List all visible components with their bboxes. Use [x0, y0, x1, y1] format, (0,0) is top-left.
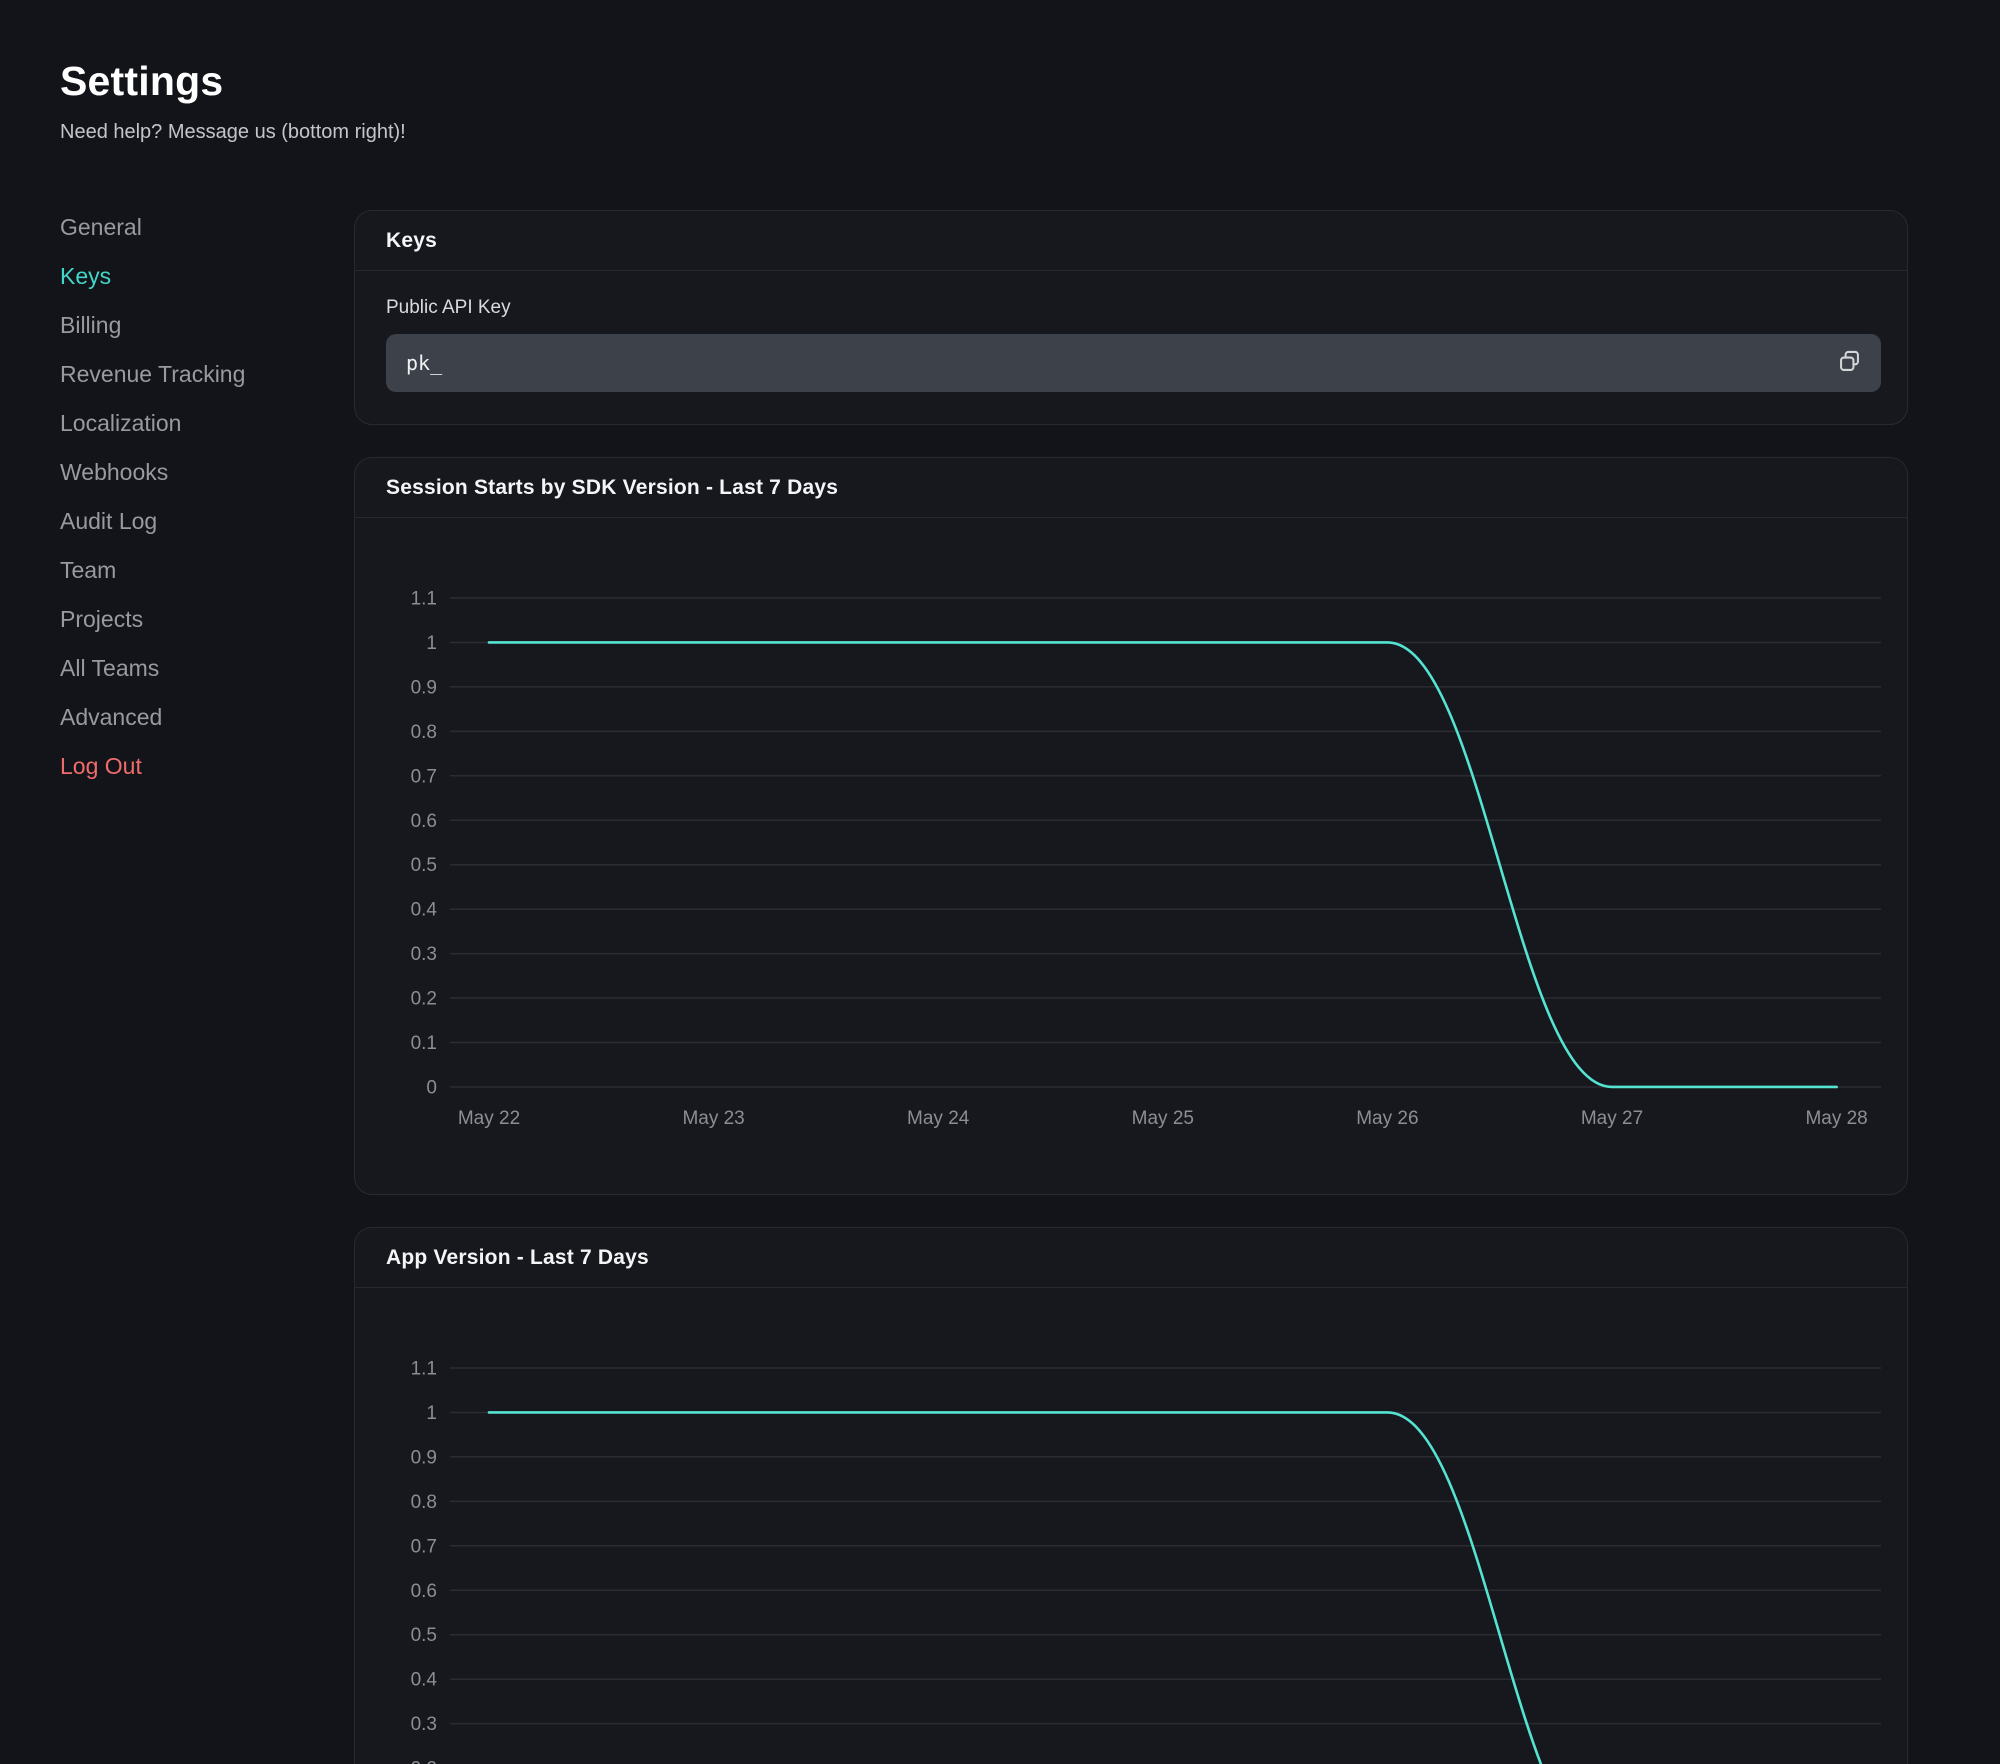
sidebar-item-localization[interactable]: Localization: [60, 408, 181, 438]
y-tick-label: 1: [426, 633, 437, 654]
y-tick-label: 0.2: [411, 1759, 437, 1764]
x-tick-label: May 23: [682, 1108, 744, 1129]
app-version-card: App Version - Last 7 Days 1.1 1 0.9 0.8 0.7 0…: [354, 1227, 1908, 1764]
app-version-chart-svg: 1.110.90.80.70.60.50.40.30.20.10May 22Ma…: [355, 1288, 1907, 1764]
copy-api-key-button[interactable]: [1829, 343, 1869, 383]
sidebar-item-log-out[interactable]: Log Out: [60, 751, 142, 781]
x-tick-label: May 28: [1805, 1108, 1867, 1129]
y-tick-label: 0.5: [411, 1625, 437, 1646]
settings-sidebar: General Keys Billing Revenue Tracking Locali…: [60, 212, 310, 800]
sidebar-item-all-teams[interactable]: All Teams: [60, 653, 159, 683]
public-api-key-input[interactable]: [386, 334, 1881, 392]
sidebar-item-webhooks[interactable]: Webhooks: [60, 457, 168, 487]
x-tick-label: May 26: [1356, 1108, 1418, 1129]
y-tick-label: 0.8: [411, 722, 437, 743]
y-tick-label: 0.9: [411, 1447, 437, 1468]
x-tick-label: May 24: [907, 1108, 970, 1129]
sidebar-item-projects[interactable]: Projects: [60, 604, 143, 634]
page-title: Settings: [60, 58, 406, 105]
y-tick-label: 1.1: [411, 589, 437, 610]
keys-card: Keys Public API Key: [354, 210, 1908, 425]
session-starts-card-title: Session Starts by SDK Version - Last 7 D…: [386, 476, 838, 500]
sidebar-item-advanced[interactable]: Advanced: [60, 702, 162, 732]
app-version-chart: 1.110.90.80.70.60.50.40.30.20.10May 22Ma…: [355, 1288, 1907, 1764]
settings-page: Settings Need help? Message us (bottom r…: [0, 0, 2000, 1764]
y-tick-label: 1.1: [411, 1359, 437, 1380]
y-tick-label: 1: [426, 1403, 437, 1424]
session-starts-card-header: Session Starts by SDK Version - Last 7 D…: [355, 458, 1907, 518]
y-tick-label: 0.4: [411, 1670, 438, 1691]
y-tick-label: 0.1: [411, 1033, 437, 1054]
app-version-card-title: App Version - Last 7 Days: [386, 1246, 649, 1270]
y-tick-label: 0.3: [411, 944, 437, 965]
x-tick-label: May 22: [458, 1108, 520, 1129]
x-tick-label: May 27: [1581, 1108, 1643, 1129]
app-version-line: [489, 1412, 1837, 1764]
sidebar-item-team[interactable]: Team: [60, 555, 116, 585]
y-tick-label: 0.4: [411, 900, 438, 921]
y-tick-label: 0.6: [411, 1581, 437, 1602]
sidebar-item-keys[interactable]: Keys: [60, 261, 111, 291]
y-tick-label: 0.7: [411, 1536, 437, 1557]
content-column: Keys Public API Key: [354, 210, 1908, 1764]
app-version-card-header: App Version - Last 7 Days: [355, 1228, 1907, 1288]
copy-icon: [1836, 348, 1863, 378]
y-tick-label: 0.8: [411, 1492, 437, 1513]
y-tick-label: 0.6: [411, 811, 437, 832]
sidebar-item-billing[interactable]: Billing: [60, 310, 121, 340]
page-header: Settings Need help? Message us (bottom r…: [60, 58, 406, 144]
public-api-key-field: [386, 334, 1881, 392]
sidebar-item-audit-log[interactable]: Audit Log: [60, 506, 157, 536]
page-subtitle: Need help? Message us (bottom right)!: [60, 121, 406, 144]
session-starts-card: Session Starts by SDK Version - Last 7 D…: [354, 457, 1908, 1195]
sidebar-item-revenue-tracking[interactable]: Revenue Tracking: [60, 359, 245, 389]
sidebar-item-general[interactable]: General: [60, 212, 142, 242]
session-starts-chart-svg: 1.1 1 0.9 0.8 0.7 0.6 0.5 0.4 0.3 0.2 0.1 0 May 22 Ma…: [355, 518, 1907, 1194]
y-tick-label: 0.2: [411, 989, 437, 1010]
y-tick-label: 0: [426, 1077, 437, 1098]
session-starts-chart: 1.1 1 0.9 0.8 0.7 0.6 0.5 0.4 0.3 0.2 0.1 0 May 22 Ma…: [355, 518, 1907, 1194]
x-tick-label: May 25: [1132, 1108, 1194, 1129]
keys-card-body: Public API Key: [355, 271, 1907, 424]
y-tick-label: 0.9: [411, 677, 437, 698]
y-tick-label: 0.7: [411, 766, 437, 787]
y-tick-label: 0.5: [411, 855, 437, 876]
keys-card-title: Keys: [386, 229, 437, 253]
keys-card-header: Keys: [355, 211, 1907, 271]
public-api-key-label: Public API Key: [386, 297, 1881, 319]
y-tick-label: 0.3: [411, 1714, 437, 1735]
